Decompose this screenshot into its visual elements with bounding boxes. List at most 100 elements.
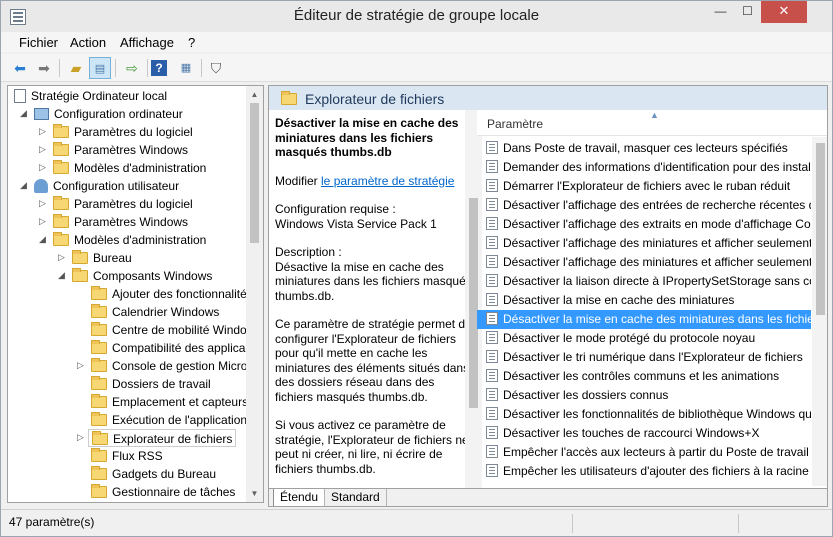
expanded-arrow-icon[interactable]: ◢ [20,180,27,191]
policy-setting-icon [486,312,498,325]
show-hide-tree-icon[interactable]: ▤ [89,57,111,79]
menu-fichier[interactable]: Fichier [19,35,58,50]
list-item[interactable]: Désactiver le mode protégé du protocole … [477,329,811,348]
scrollbar-thumb[interactable] [250,103,259,243]
list-item[interactable]: Désactiver les fonctionnalités de biblio… [477,405,811,424]
tree-scrollbar[interactable]: ▲ ▼ [246,86,263,502]
list-item-selected[interactable]: Désactiver la mise en cache des miniatur… [477,310,811,329]
tree-item-user-admin[interactable]: Modèles d'administration [53,231,206,249]
list-item[interactable]: Désactiver l'affichage des miniatures et… [477,253,811,272]
status-separator [738,514,739,533]
list-item[interactable]: Désactiver la liaison directe à IPropert… [477,272,811,291]
list-item[interactable]: Dans Poste de travail, masquer ces lecte… [477,139,811,158]
tree-item-component[interactable]: Centre de mobilité Windo [91,321,247,339]
folder-icon [72,250,88,264]
export-list-icon[interactable]: ⇨ [121,57,143,79]
tree-item-component[interactable]: Gadgets du Bureau [91,465,216,483]
description-panel: Désactiver la mise en cache des miniatur… [275,116,473,486]
collapsed-arrow-icon[interactable]: ▷ [39,144,46,155]
folder-icon [91,412,107,426]
folder-icon [91,376,107,390]
tree-item-computer-config[interactable]: Configuration ordinateur [34,105,183,123]
tree-item-selected[interactable]: Explorateur de fichiers [88,429,237,447]
maximize-button[interactable]: ☐ [734,1,761,23]
tree-item-user-windows[interactable]: Paramètres Windows [53,213,188,231]
collapsed-arrow-icon[interactable]: ▷ [39,162,46,173]
expanded-arrow-icon[interactable]: ◢ [20,108,27,119]
tree-item-component[interactable]: Calendrier Windows [91,303,219,321]
tree-item-component[interactable]: Compatibilité des applica [91,339,245,357]
properties-icon[interactable]: ▦ [175,57,197,79]
tree-item-component[interactable]: Dossiers de travail [91,375,211,393]
tab-etendu[interactable]: Étendu [273,489,326,506]
list-item[interactable]: Désactiver l'affichage des miniatures et… [477,234,811,253]
list-item-label: Désactiver l'affichage des miniatures et… [503,236,811,250]
tree-item-computer-software[interactable]: Paramètres du logiciel [53,123,193,141]
tree-item-component[interactable]: Console de gestion Micro [91,357,247,375]
filter-icon[interactable]: ⛉ [205,57,227,79]
column-header[interactable]: ▲ Paramètre [477,110,827,136]
tree-item-user-config[interactable]: Configuration utilisateur [34,177,179,195]
back-icon[interactable]: ⬅ [9,57,31,79]
tree-item-component[interactable]: Flux RSS [91,447,163,465]
forward-icon[interactable]: ➡ [33,57,55,79]
scrollbar-thumb[interactable] [816,143,825,315]
menu-affichage[interactable]: Affichage [120,35,174,50]
policy-setting-icon [486,331,498,344]
collapsed-arrow-icon[interactable]: ▷ [77,432,84,443]
tree-item-component[interactable]: Ajouter des fonctionnalité [91,285,247,303]
list-item[interactable]: Désactiver les touches de raccourci Wind… [477,424,811,443]
collapsed-arrow-icon[interactable]: ▷ [58,252,65,263]
list-scrollbar[interactable] [812,137,827,486]
list-item-label: Désactiver l'affichage des extraits en m… [503,217,811,231]
status-count: 47 paramètre(s) [9,515,95,529]
up-folder-icon[interactable]: ▰ [65,57,87,79]
tree-item-component[interactable]: Exécution de l'application [91,411,247,429]
policy-setting-icon [486,274,498,287]
folder-icon [53,214,69,228]
list-item[interactable]: Demander des informations d'identificati… [477,158,811,177]
list-item[interactable]: Désactiver l'affichage des extraits en m… [477,215,811,234]
title-bar: Éditeur de stratégie de groupe locale — … [1,1,832,32]
collapsed-arrow-icon[interactable]: ▷ [39,198,46,209]
help-icon[interactable]: ? [151,60,167,76]
tree-pane[interactable]: Stratégie Ordinateur local ◢ Configurati… [7,85,264,503]
close-button[interactable]: ✕ [761,1,807,23]
list-item[interactable]: Désactiver l'affichage des entrées de re… [477,196,811,215]
tab-standard[interactable]: Standard [324,489,387,506]
status-separator [572,514,573,533]
collapsed-arrow-icon[interactable]: ▷ [39,216,46,227]
tree-item-component[interactable]: Gestionnaire de tâches [91,483,235,501]
menu-action[interactable]: Action [70,35,106,50]
settings-list[interactable]: ▲ Paramètre Dans Poste de travail, masqu… [477,110,827,486]
policy-setting-icon [486,426,498,439]
scroll-up-arrow-icon[interactable]: ▲ [246,86,263,103]
list-item[interactable]: Empêcher l'accès aux lecteurs à partir d… [477,443,811,462]
scroll-down-arrow-icon[interactable]: ▼ [246,485,263,502]
expanded-arrow-icon[interactable]: ◢ [58,270,65,281]
expanded-arrow-icon[interactable]: ◢ [39,234,46,245]
tree-item-computer-admin[interactable]: Modèles d'administration [53,159,206,177]
list-item[interactable]: Empêcher les utilisateurs d'ajouter des … [477,462,811,481]
list-item[interactable]: Désactiver la mise en cache des miniatur… [477,291,811,310]
list-item[interactable]: Démarrer l'Explorateur de fichiers avec … [477,177,811,196]
tree-item-bureau[interactable]: Bureau [72,249,132,267]
list-item[interactable]: Désactiver le tri numérique dans l'Explo… [477,348,811,367]
list-item[interactable]: Désactiver les contrôles communs et les … [477,367,811,386]
collapsed-arrow-icon[interactable]: ▷ [77,360,84,371]
list-item[interactable]: Désactiver les dossiers connus [477,386,811,405]
minimize-button[interactable]: — [707,1,734,23]
tree-item-component[interactable]: Emplacement et capteurs [91,393,248,411]
tree-item-user-software[interactable]: Paramètres du logiciel [53,195,193,213]
tree-item-composants[interactable]: Composants Windows [72,267,212,285]
menu-help[interactable]: ? [188,35,195,50]
list-item-label: Démarrer l'Explorateur de fichiers avec … [503,179,791,193]
tree-item-computer-windows[interactable]: Paramètres Windows [53,141,188,159]
list-item-label: Désactiver le tri numérique dans l'Explo… [503,350,803,364]
policy-setting-icon [486,369,498,382]
list-item-label: Désactiver la liaison directe à IPropert… [503,274,811,288]
tree-item-root[interactable]: Stratégie Ordinateur local [14,87,167,105]
edit-policy-link[interactable]: le paramètre de stratégie [321,174,454,188]
collapsed-arrow-icon[interactable]: ▷ [39,126,46,137]
folder-icon [91,466,107,480]
